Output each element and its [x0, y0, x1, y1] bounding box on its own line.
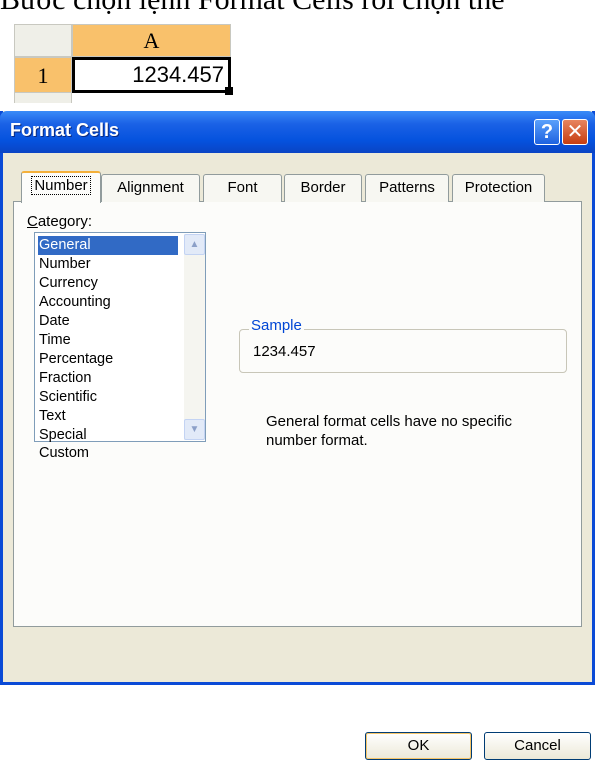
- tab-font[interactable]: Font: [203, 174, 282, 202]
- sample-legend: Sample: [249, 317, 304, 334]
- select-all-corner[interactable]: [14, 24, 72, 57]
- category-item-date[interactable]: Date: [38, 312, 178, 331]
- row-header-1[interactable]: 1: [14, 57, 72, 93]
- category-item-number[interactable]: Number: [38, 255, 178, 274]
- format-cells-dialog: Format Cells ? ✕ Number Alignment Font B…: [0, 111, 595, 760]
- category-item-percentage[interactable]: Percentage: [38, 350, 178, 369]
- document-caption: Bước chọn lệnh Format Cells rồi chọn thẻ: [0, 0, 595, 17]
- category-item-custom[interactable]: Custom: [38, 444, 178, 463]
- close-button[interactable]: ✕: [562, 119, 588, 145]
- category-listbox[interactable]: General Number Currency Accounting Date …: [34, 232, 206, 461]
- tab-patterns[interactable]: Patterns: [365, 174, 449, 202]
- tab-border[interactable]: Border: [284, 174, 362, 202]
- category-item-time[interactable]: Time: [38, 331, 178, 350]
- dialog-title: Format Cells: [10, 120, 120, 140]
- help-button[interactable]: ?: [534, 119, 560, 145]
- title-bar[interactable]: Format Cells ? ✕: [0, 111, 595, 153]
- sample-value: 1234.457: [253, 343, 316, 360]
- scroll-down-icon[interactable]: ▼: [184, 419, 205, 440]
- tab-number[interactable]: Number: [21, 171, 101, 203]
- row-header-2[interactable]: [14, 93, 72, 103]
- category-item-currency[interactable]: Currency: [38, 274, 178, 293]
- category-item-accounting[interactable]: Accounting: [38, 293, 178, 312]
- ok-button[interactable]: OK: [365, 732, 472, 760]
- cancel-button[interactable]: Cancel: [484, 732, 591, 760]
- scroll-up-icon[interactable]: ▲: [184, 234, 205, 255]
- fill-handle[interactable]: [225, 87, 233, 95]
- category-item-fraction[interactable]: Fraction: [38, 369, 178, 388]
- tab-protection[interactable]: Protection: [452, 174, 545, 202]
- category-label: Category:: [27, 213, 93, 230]
- category-item-special[interactable]: Special: [38, 426, 178, 443]
- category-scrollbar[interactable]: ▲ ▼: [184, 234, 205, 440]
- category-item-general[interactable]: General: [38, 236, 178, 255]
- format-description: General format cells have no specific nu…: [266, 413, 512, 449]
- tab-alignment[interactable]: Alignment: [101, 174, 200, 202]
- cell-a1[interactable]: 1234.457: [72, 57, 231, 93]
- column-header-a[interactable]: A: [72, 24, 231, 57]
- category-item-text[interactable]: Text: [38, 407, 178, 426]
- category-item-scientific[interactable]: Scientific: [38, 388, 178, 407]
